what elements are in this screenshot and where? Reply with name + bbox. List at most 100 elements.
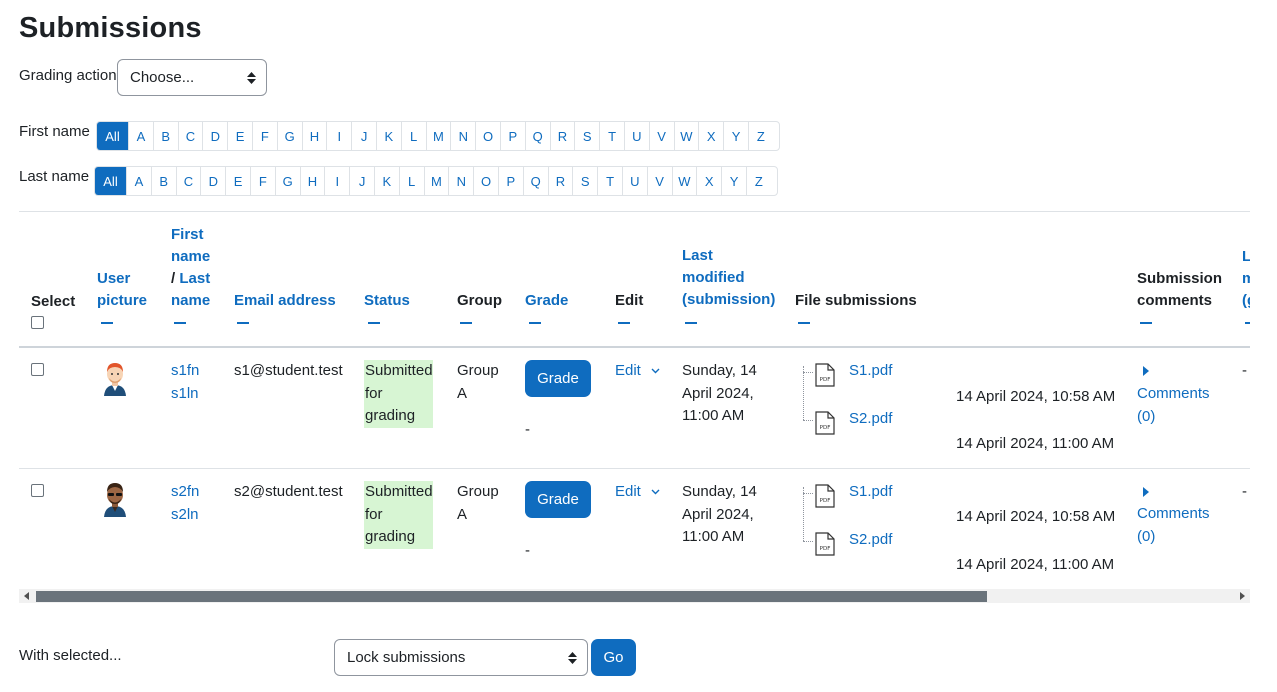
first-initial-j[interactable]: J xyxy=(351,122,376,150)
comments-label[interactable]: Comments xyxy=(1137,385,1210,402)
header-first-name-link-2[interactable]: name xyxy=(171,248,210,265)
last-initial-s[interactable]: S xyxy=(572,167,598,195)
select-all-checkbox[interactable] xyxy=(31,316,44,329)
expand-triangle-icon[interactable] xyxy=(1143,487,1149,497)
last-initial-d[interactable]: D xyxy=(200,167,226,195)
last-initial-v[interactable]: V xyxy=(646,167,672,195)
row-select-checkbox[interactable] xyxy=(31,484,44,497)
first-initial-h[interactable]: H xyxy=(301,122,327,150)
edit-label[interactable]: Edit xyxy=(615,362,641,379)
first-initial-q[interactable]: Q xyxy=(524,122,550,150)
first-initial-e[interactable]: E xyxy=(227,122,252,150)
expand-triangle-icon[interactable] xyxy=(1143,366,1149,376)
row-select-checkbox[interactable] xyxy=(31,363,44,376)
last-initial-e[interactable]: E xyxy=(225,167,250,195)
first-initial-w[interactable]: W xyxy=(673,122,699,150)
header-first-name-link-1[interactable]: First xyxy=(171,226,204,243)
last-name-link[interactable]: s1ln xyxy=(171,385,199,402)
go-button[interactable]: Go xyxy=(591,639,636,676)
first-initial-x[interactable]: X xyxy=(698,122,724,150)
first-initial-r[interactable]: R xyxy=(549,122,575,150)
scroll-left-arrow-icon[interactable] xyxy=(24,592,29,600)
bulk-action-select[interactable]: Lock submissions xyxy=(334,639,588,676)
header-status-link[interactable]: Status xyxy=(364,292,410,309)
header-status[interactable]: Status xyxy=(364,290,410,312)
file-name[interactable]: S1.pdf xyxy=(849,362,892,379)
last-initial-w[interactable]: W xyxy=(671,167,697,195)
last-name-link[interactable]: s2ln xyxy=(171,506,199,523)
header-last-modified-link-2[interactable]: modified xyxy=(682,269,745,286)
edit-menu[interactable]: Edit xyxy=(615,360,660,383)
last-initial-y[interactable]: Y xyxy=(721,167,746,195)
file-link[interactable]: S2.pdf xyxy=(849,529,892,552)
first-initial-f[interactable]: F xyxy=(251,122,277,150)
scrollbar-thumb[interactable] xyxy=(36,591,987,602)
first-initial-t[interactable]: T xyxy=(599,122,624,150)
first-initial-i[interactable]: I xyxy=(326,122,352,150)
last-initial-a[interactable]: A xyxy=(126,167,151,195)
first-initial-all[interactable]: All xyxy=(97,122,128,150)
grade-button[interactable]: Grade xyxy=(525,360,591,397)
first-name-link[interactable]: s1fn xyxy=(171,362,199,379)
first-initial-o[interactable]: O xyxy=(475,122,500,150)
first-initial-y[interactable]: Y xyxy=(723,122,748,150)
comments-link[interactable]: Comments (0) xyxy=(1137,503,1210,548)
edit-menu[interactable]: Edit xyxy=(615,481,660,504)
first-initial-a[interactable]: A xyxy=(128,122,153,150)
comments-label[interactable]: Comments xyxy=(1137,505,1210,522)
first-initial-n[interactable]: N xyxy=(450,122,476,150)
row-name[interactable]: s1fn s1ln xyxy=(171,360,199,405)
last-initial-g[interactable]: G xyxy=(274,167,300,195)
header-last-modified[interactable]: Last modified (submission) xyxy=(682,245,775,311)
first-initial-b[interactable]: B xyxy=(152,122,178,150)
file-link[interactable]: S1.pdf xyxy=(849,481,892,504)
comments-count[interactable]: (0) xyxy=(1137,528,1155,545)
first-initial-u[interactable]: U xyxy=(623,122,649,150)
first-initial-l[interactable]: L xyxy=(400,122,426,150)
header-last-modified-link-1[interactable]: Last xyxy=(682,247,713,264)
last-initial-x[interactable]: X xyxy=(696,167,722,195)
last-initial-p[interactable]: P xyxy=(497,167,523,195)
last-initial-r[interactable]: R xyxy=(547,167,573,195)
last-initial-j[interactable]: J xyxy=(349,167,374,195)
last-initial-k[interactable]: K xyxy=(373,167,399,195)
last-initial-h[interactable]: H xyxy=(299,167,325,195)
file-name[interactable]: S1.pdf xyxy=(849,483,892,500)
first-initial-g[interactable]: G xyxy=(276,122,302,150)
header-last-modified-link-3[interactable]: (submission) xyxy=(682,291,775,308)
last-initial-b[interactable]: B xyxy=(150,167,176,195)
header-cut-column-1[interactable]: L xyxy=(1242,248,1250,265)
first-initial-z[interactable]: Z xyxy=(747,122,773,150)
comments-link[interactable]: Comments (0) xyxy=(1137,383,1210,428)
header-last-name-link-2[interactable]: name xyxy=(171,292,210,309)
last-initial-u[interactable]: U xyxy=(621,167,647,195)
last-initial-i[interactable]: I xyxy=(324,167,350,195)
last-initial-m[interactable]: M xyxy=(423,167,449,195)
comments-count[interactable]: (0) xyxy=(1137,408,1155,425)
last-initial-l[interactable]: L xyxy=(398,167,424,195)
last-initial-q[interactable]: Q xyxy=(522,167,548,195)
last-initial-z[interactable]: Z xyxy=(745,167,771,195)
edit-label[interactable]: Edit xyxy=(615,483,641,500)
header-cut-column[interactable]: L m (g xyxy=(1242,246,1250,312)
header-cut-column-3[interactable]: (g xyxy=(1242,292,1250,309)
header-user-picture-link-2[interactable]: picture xyxy=(97,292,147,309)
header-grade-link[interactable]: Grade xyxy=(525,292,568,309)
first-initial-k[interactable]: K xyxy=(375,122,401,150)
last-initial-c[interactable]: C xyxy=(175,167,201,195)
first-initial-d[interactable]: D xyxy=(202,122,228,150)
file-link[interactable]: S1.pdf xyxy=(849,360,892,383)
header-user-picture[interactable]: User picture xyxy=(97,268,147,312)
grading-action-select[interactable]: Choose... xyxy=(117,59,267,96)
first-name-link[interactable]: s2fn xyxy=(171,483,199,500)
last-initial-n[interactable]: N xyxy=(448,167,474,195)
file-name[interactable]: S2.pdf xyxy=(849,410,892,427)
header-email[interactable]: Email address xyxy=(234,290,336,312)
grade-button[interactable]: Grade xyxy=(525,481,591,518)
header-cut-column-2[interactable]: m xyxy=(1242,270,1250,287)
first-initial-m[interactable]: M xyxy=(425,122,451,150)
first-initial-v[interactable]: V xyxy=(648,122,674,150)
last-initial-f[interactable]: F xyxy=(249,167,275,195)
last-initial-all[interactable]: All xyxy=(95,167,126,195)
file-link[interactable]: S2.pdf xyxy=(849,408,892,431)
